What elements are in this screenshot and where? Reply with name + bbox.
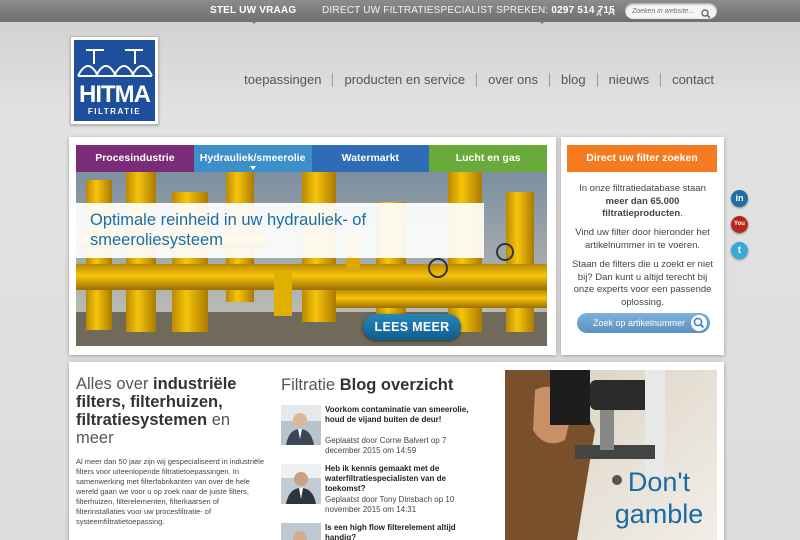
tab-watermarkt[interactable]: Watermarkt	[311, 145, 430, 172]
filter-search-instruction: Vind uw filter door hieronder het artike…	[575, 227, 710, 251]
tab-hydrauliek-smeerolie[interactable]: Hydrauliek/smeerolie	[193, 145, 312, 172]
active-tab-indicator	[249, 166, 256, 170]
author-photo	[281, 464, 321, 504]
microscope-banner[interactable]: Don't gamble	[505, 370, 717, 540]
phone-label: DIRECT UW FILTRATIESPECIALIST SPREKEN:	[322, 5, 549, 16]
database-text-post: .	[680, 208, 683, 219]
phone-number: 0297 514 715	[551, 5, 615, 16]
tab-procesindustrie[interactable]: Procesindustrie	[76, 145, 194, 172]
hero-headline: Optimale reinheid in uw hydrauliek- of s…	[76, 203, 484, 258]
nav-item-contact[interactable]: contact	[661, 72, 714, 88]
blog-post-title[interactable]: Is een high flow filterelement altijd ha…	[325, 523, 475, 540]
blog-heading-pre: Filtratie	[281, 376, 336, 394]
phone-indicator	[538, 20, 546, 24]
intro-heading: Alles over industriële filters, filterhu…	[76, 375, 266, 447]
content-panel: Alles over industriële filters, filterhu…	[69, 362, 724, 540]
top-bar: STEL UW VRAAG DIRECT UW FILTRATIESPECIAL…	[0, 0, 800, 24]
blog-post-meta: Geplaatst door Corne Balvert op 7 decemb…	[325, 436, 447, 455]
nav-item-nieuws[interactable]: nieuws	[598, 72, 660, 88]
blog-post-title[interactable]: Heb ik kennis gemaakt met de waterfiltra…	[325, 464, 475, 494]
author-photo	[281, 523, 321, 540]
site-search	[625, 3, 717, 19]
blog-post[interactable]: Heb ik kennis gemaakt met de waterfiltra…	[281, 464, 481, 524]
filter-finder-title: Direct uw filter zoeken	[567, 145, 717, 172]
database-text-pre: In onze filtratiedatabase staan	[579, 183, 706, 194]
logo-background: HITMA FILTRATIE	[74, 40, 155, 121]
phone-contact[interactable]: DIRECT UW FILTRATIESPECIALIST SPREKEN: 0…	[322, 5, 615, 16]
intro-heading-pre: Alles over	[76, 375, 149, 393]
tab-label: Watermarkt	[341, 152, 400, 164]
main-navigation: toepassingen producten en service over o…	[233, 72, 714, 88]
logo-subtitle: FILTRATIE	[87, 107, 142, 116]
font-size-large-button[interactable]: A	[608, 7, 615, 18]
banner-slogan: Don't gamble	[614, 467, 704, 529]
blog-post[interactable]: Voorkom contaminatie van smeerolie, houd…	[281, 405, 481, 465]
filter-finder-panel: Direct uw filter zoeken In onze filtrati…	[561, 137, 724, 355]
twitter-icon[interactable]: t	[731, 242, 748, 259]
intro-paragraph: Al meer dan 50 jaar zijn wij gespecialis…	[76, 457, 265, 526]
search-article-number-button[interactable]: Zoek op artikelnummer	[577, 313, 710, 333]
blog-heading: Filtratie Blog overzicht	[281, 376, 453, 395]
blog-heading-bold: Blog overzicht	[339, 376, 454, 394]
ask-question-link[interactable]: STEL UW VRAAG	[210, 5, 296, 16]
intro-heading-mid: en	[211, 411, 231, 429]
intro-heading-post: meer	[76, 429, 114, 447]
filter-experts-text: Staan de filters die u zoekt er niet bij…	[572, 259, 713, 308]
font-size-small-button[interactable]: A	[596, 9, 602, 18]
logo-bridge-icon	[77, 49, 153, 77]
read-more-button[interactable]: LEES MEER	[363, 314, 461, 340]
nav-item-blog[interactable]: blog	[550, 72, 597, 88]
industry-tabs: Procesindustrie Hydrauliek/smeerolie Wat…	[76, 145, 547, 172]
youtube-icon[interactable]: You	[731, 216, 748, 233]
author-photo	[281, 405, 321, 445]
nav-item-over-ons[interactable]: over ons	[477, 72, 549, 88]
tab-label: Procesindustrie	[95, 152, 175, 164]
nav-item-toepassingen[interactable]: toepassingen	[233, 72, 332, 88]
linkedin-icon[interactable]: in	[731, 190, 748, 207]
search-input[interactable]	[632, 5, 702, 17]
search-article-number-label: Zoek op artikelnummer	[593, 318, 686, 328]
logo-name: HITMA	[79, 81, 151, 108]
filter-database-text: In onze filtratiedatabase staan meer dan…	[569, 183, 716, 221]
nav-item-producten-en-service[interactable]: producten en service	[333, 72, 476, 88]
database-text-bold: meer dan 65.000 filtratieproducten	[602, 195, 681, 220]
search-icon	[691, 315, 707, 331]
hero-slider: Procesindustrie Hydrauliek/smeerolie Wat…	[69, 137, 556, 355]
tab-label: Hydrauliek/smeerolie	[199, 152, 306, 164]
tab-lucht-en-gas[interactable]: Lucht en gas	[429, 145, 547, 172]
blog-post[interactable]: Is een high flow filterelement altijd ha…	[281, 523, 481, 540]
ask-question-indicator	[250, 20, 258, 24]
search-icon[interactable]	[701, 6, 711, 24]
blog-post-title[interactable]: Voorkom contaminatie van smeerolie, houd…	[325, 405, 475, 425]
tab-label: Lucht en gas	[455, 152, 521, 164]
hero-image-pipes: Optimale reinheid in uw hydrauliek- of s…	[76, 172, 547, 346]
hitma-logo[interactable]: HITMA FILTRATIE	[70, 36, 159, 125]
blog-post-meta: Geplaatst door Tony Dinsbach op 10 novem…	[325, 495, 455, 514]
